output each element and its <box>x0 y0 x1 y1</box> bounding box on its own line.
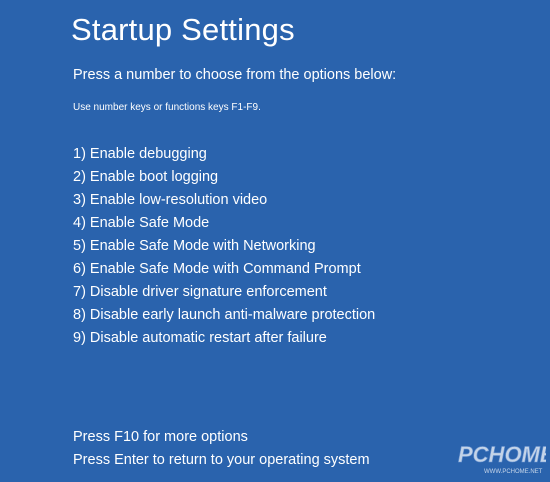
startup-settings-screen: Startup Settings Press a number to choos… <box>0 0 550 482</box>
option-enable-low-resolution-video[interactable]: 3) Enable low-resolution video <box>73 189 375 212</box>
return-to-os-link[interactable]: Press Enter to return to your operating … <box>73 449 370 472</box>
option-disable-driver-signature[interactable]: 7) Disable driver signature enforcement <box>73 281 375 304</box>
pchome-watermark-logo: PCHOME WWW.PCHOME.NET <box>458 442 546 475</box>
watermark-brand: PCHOME <box>458 442 546 467</box>
option-enable-safe-mode[interactable]: 4) Enable Safe Mode <box>73 212 375 235</box>
option-safe-mode-networking[interactable]: 5) Enable Safe Mode with Networking <box>73 235 375 258</box>
instruction-text: Press a number to choose from the option… <box>73 67 397 83</box>
option-disable-early-launch-antimalware[interactable]: 8) Disable early launch anti-malware pro… <box>73 304 375 327</box>
footer-options: Press F10 for more options Press Enter t… <box>73 426 370 472</box>
watermark-url: WWW.PCHOME.NET <box>484 469 543 475</box>
more-options-link[interactable]: Press F10 for more options <box>73 426 370 449</box>
hint-text: Use number keys or functions keys F1-F9. <box>73 102 261 113</box>
option-disable-auto-restart[interactable]: 9) Disable automatic restart after failu… <box>73 327 375 350</box>
option-enable-boot-logging[interactable]: 2) Enable boot logging <box>73 166 375 189</box>
startup-options-list: 1) Enable debugging 2) Enable boot loggi… <box>73 143 375 350</box>
option-safe-mode-command-prompt[interactable]: 6) Enable Safe Mode with Command Prompt <box>73 258 375 281</box>
page-title: Startup Settings <box>71 12 295 47</box>
option-enable-debugging[interactable]: 1) Enable debugging <box>73 143 375 166</box>
